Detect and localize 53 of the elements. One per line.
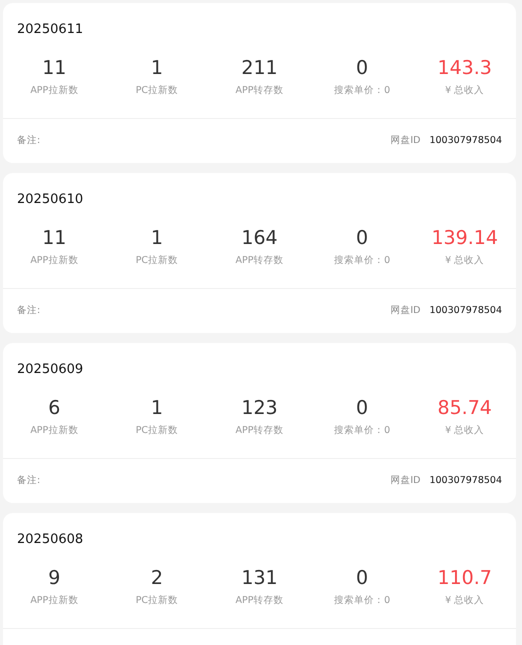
income-value: 85.74 <box>437 396 492 421</box>
record-date: 20250610 <box>17 191 84 209</box>
stat-label: APP转存数 <box>236 84 284 98</box>
stat-label: PC拉新数 <box>136 594 178 608</box>
disk-id-value: 100307978504 <box>429 474 502 488</box>
stat-label: PC拉新数 <box>136 254 178 268</box>
stat-label: APP转存数 <box>236 254 284 268</box>
note-label: 备注: <box>17 474 40 488</box>
stat-label: 搜索单价：0 <box>334 594 390 608</box>
disk-id-value: 100307978504 <box>429 134 502 148</box>
stat-value: 2 <box>150 566 163 591</box>
stat-value: 9 <box>48 566 60 591</box>
record-date: 20250611 <box>17 21 84 39</box>
stat-value: 6 <box>48 396 60 421</box>
income-value: 143.3 <box>437 56 492 81</box>
stat-value: 1 <box>150 396 163 421</box>
stat-label: PC拉新数 <box>136 84 178 98</box>
stat-label: ¥ 总收入 <box>445 594 484 608</box>
stat-value: 11 <box>42 56 66 81</box>
stat-label: ¥ 总收入 <box>445 424 484 438</box>
stat-label: PC拉新数 <box>136 424 178 438</box>
stat-value: 1 <box>150 56 163 81</box>
stat-label: ¥ 总收入 <box>445 254 484 268</box>
stat-label: ¥ 总收入 <box>445 84 484 98</box>
stat-value: 0 <box>356 566 368 591</box>
stat-label: APP拉新数 <box>30 424 78 438</box>
income-value: 139.14 <box>431 226 498 251</box>
stat-label: APP转存数 <box>236 594 284 608</box>
disk-id-label: 网盘ID <box>390 474 420 488</box>
stat-label: APP拉新数 <box>30 254 78 268</box>
stat-value: 0 <box>356 226 368 251</box>
stat-value: 131 <box>241 566 278 591</box>
stat-label: 搜索单价：0 <box>334 84 390 98</box>
stat-label: APP拉新数 <box>30 594 78 608</box>
stat-value: 164 <box>241 226 278 251</box>
disk-id-label: 网盘ID <box>390 304 420 318</box>
income-value: 110.7 <box>437 566 492 591</box>
record-date: 20250608 <box>17 531 84 549</box>
disk-id-label: 网盘ID <box>390 134 420 148</box>
stat-value: 0 <box>356 56 368 81</box>
stat-value: 211 <box>241 56 278 81</box>
stat-label: 搜索单价：0 <box>334 424 390 438</box>
note-label: 备注: <box>17 304 40 318</box>
stat-label: APP转存数 <box>236 424 284 438</box>
stat-label: 搜索单价：0 <box>334 254 390 268</box>
stat-value: 123 <box>241 396 278 421</box>
stat-label: APP拉新数 <box>30 84 78 98</box>
note-label: 备注: <box>17 134 40 148</box>
record-date: 20250609 <box>17 361 84 379</box>
stat-value: 1 <box>150 226 163 251</box>
stat-value: 0 <box>356 396 368 421</box>
stat-value: 11 <box>42 226 66 251</box>
disk-id-value: 100307978504 <box>429 304 502 318</box>
